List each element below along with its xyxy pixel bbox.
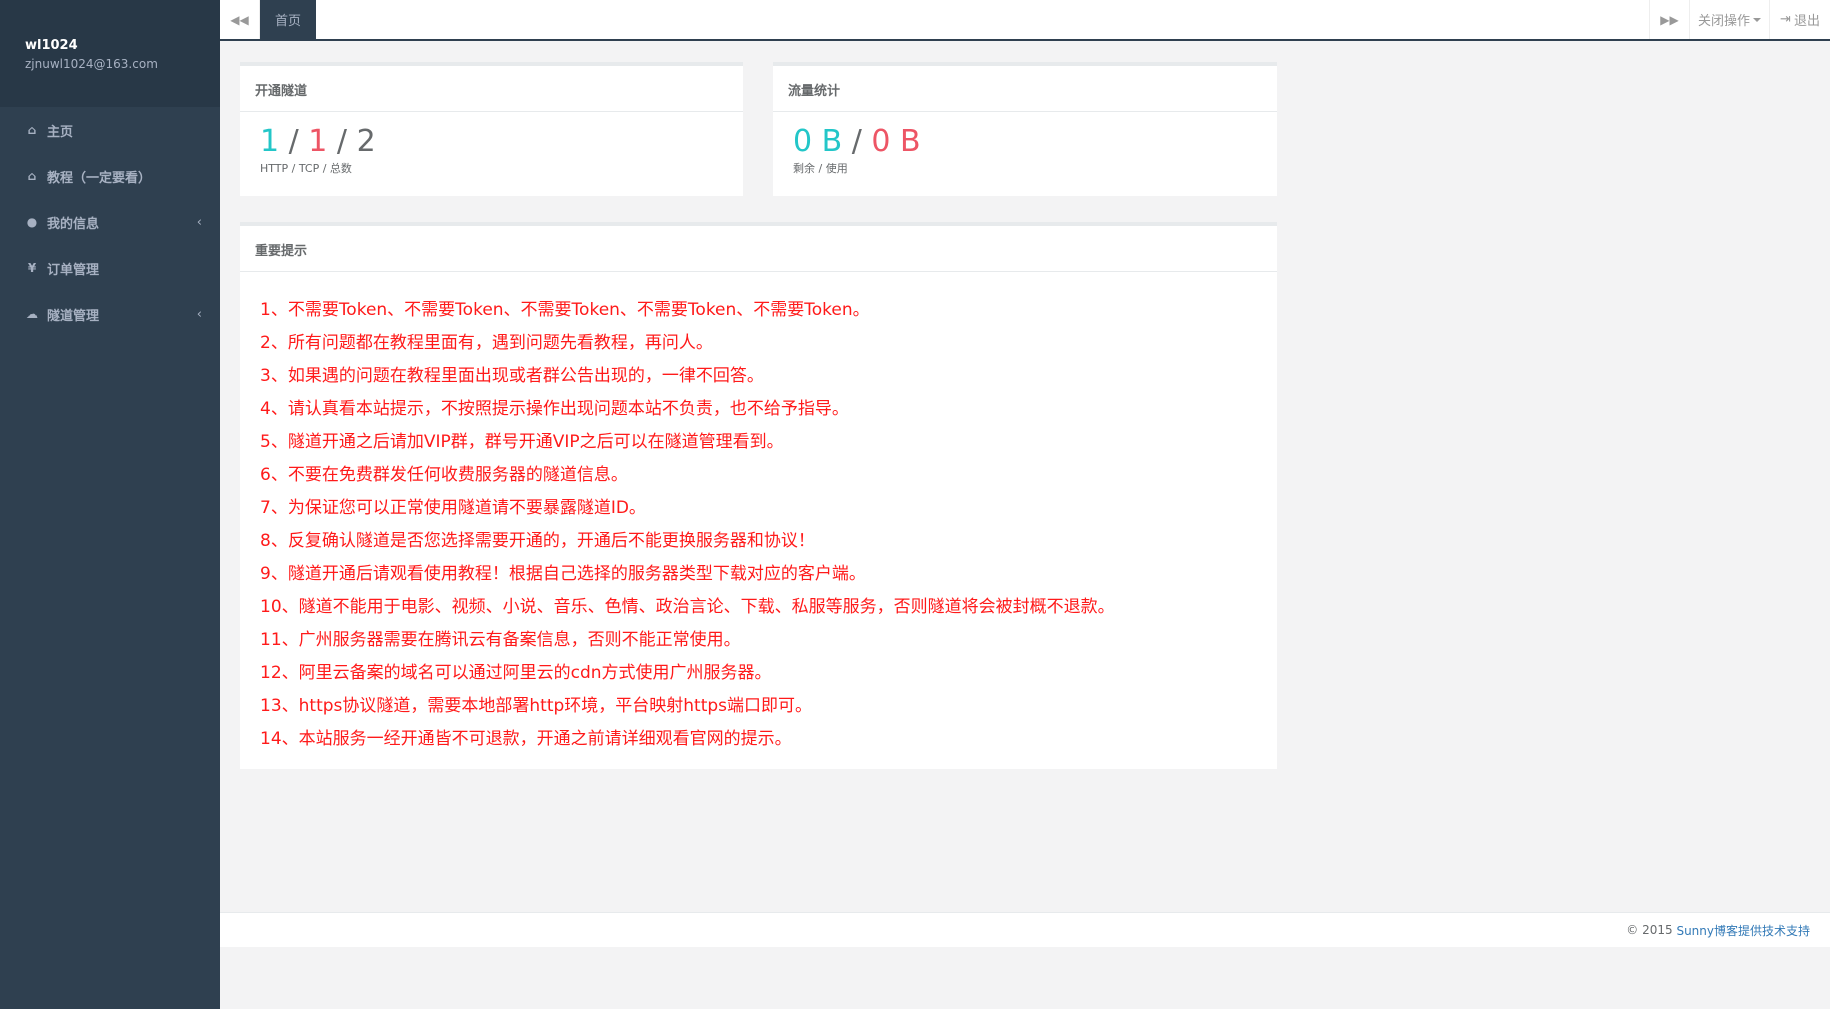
notice-panel-title: 重要提示	[240, 226, 1277, 272]
traffic-remaining: 0 B	[793, 124, 843, 159]
caret-down-icon	[1753, 17, 1761, 22]
notice-item: 9、隧道开通后请观看使用教程！根据自己选择的服务器类型下载对应的客户端。	[260, 564, 866, 584]
notice-item: 11、广州服务器需要在腾讯云有备案信息，否则不能正常使用。	[260, 630, 741, 650]
sidebar-item-label: 隧道管理	[47, 308, 100, 324]
traffic-used: 0 B	[871, 124, 921, 159]
footer-link[interactable]: Sunny博客提供技术支持	[1676, 922, 1810, 939]
notice-item: 3、如果遇的问题在教程里面出现或者群公告出现的，一律不回答。	[260, 366, 764, 386]
sidebar-nav: ⌂ 主页 ⌂ 教程（一定要看） ● 我的信息 ‹ ¥ 订单管理 ☁ 隧道管理 ‹	[0, 107, 220, 337]
copyright-text: © 2015	[1626, 923, 1673, 937]
top-bar: ◀◀ 首页 ▶▶ 关闭操作 ⇥ 退出	[220, 0, 1830, 41]
footer: © 2015 Sunny博客提供技术支持	[220, 912, 1830, 947]
notice-item: 2、所有问题都在教程里面有，遇到问题先看教程，再问人。	[260, 333, 713, 353]
notice-panel: 重要提示 1、不需要Token、不需要Token、不需要Token、不需要Tok…	[240, 222, 1277, 769]
home-icon: ⌂	[27, 123, 37, 137]
sidebar: wl1024 zjnuwl1024@163.com ⌂ 主页 ⌂ 教程（一定要看） ● 我…	[0, 0, 220, 1009]
user-email: zjnuwl1024@163.com	[25, 57, 158, 71]
yen-icon: ¥	[27, 261, 37, 275]
sidebar-item-label: 我的信息	[47, 216, 100, 232]
sidebar-item-label: 主页	[47, 124, 74, 140]
logout-label: 退出	[1793, 14, 1820, 29]
close-operations-label: 关闭操作	[1697, 14, 1750, 29]
sidebar-item-1[interactable]: ⌂ 教程（一定要看）	[0, 153, 220, 199]
sidebar-item-label: 订单管理	[47, 262, 100, 278]
chevron-left-icon: ‹	[196, 214, 202, 230]
chevron-left-icon: ‹	[196, 306, 202, 322]
sidebar-item-0[interactable]: ⌂ 主页	[0, 107, 220, 153]
notice-list: 1、不需要Token、不需要Token、不需要Token、不需要Token、不需…	[240, 272, 1277, 756]
separator: /	[327, 124, 357, 159]
separator: /	[279, 124, 309, 159]
double-right-arrow-icon: ▶▶	[1660, 12, 1679, 27]
traffic-caption: 剩余 / 使用	[793, 162, 848, 175]
notice-item: 4、请认真看本站提示，不按照提示操作出现问题本站不负责，也不给予指导。	[260, 399, 849, 419]
username[interactable]: wl1024	[25, 38, 220, 53]
notice-item: 12、阿里云备案的域名可以通过阿里云的cdn方式使用广州服务器。	[260, 663, 772, 683]
sidebar-item-label: 教程（一定要看）	[47, 170, 152, 186]
separator: /	[842, 124, 872, 159]
home-icon: ⌂	[27, 169, 37, 183]
notice-item: 7、为保证您可以正常使用隧道请不要暴露隧道ID。	[260, 498, 646, 518]
sidebar-item-4[interactable]: ☁ 隧道管理 ‹	[0, 291, 220, 337]
notice-item: 14、本站服务一经开通皆不可退款，开通之前请详细观看官网的提示。	[260, 729, 792, 749]
sidebar-item-3[interactable]: ¥ 订单管理	[0, 245, 220, 291]
tab-home[interactable]: 首页	[260, 0, 316, 39]
tunnel-panel-title: 开通隧道	[240, 66, 743, 112]
tunnel-caption: HTTP / TCP / 总数	[260, 162, 352, 175]
cloud-icon: ☁	[26, 307, 38, 321]
traffic-panel: 流量统计 0 B / 0 B 剩余 / 使用	[773, 62, 1277, 196]
sign-out-icon: ⇥	[1780, 12, 1791, 27]
http-count: 1	[260, 124, 280, 159]
sidebar-item-2[interactable]: ● 我的信息 ‹	[0, 199, 220, 245]
tunnel-panel: 开通隧道 1 / 1 / 2 HTTP / TCP / 总数	[240, 62, 743, 196]
double-left-arrow-icon: ◀◀	[230, 12, 249, 27]
notice-item: 13、https协议隧道，需要本地部署http环境，平台映射https端口即可。	[260, 696, 813, 716]
tcp-count: 1	[308, 124, 328, 159]
notice-item: 10、隧道不能用于电影、视频、小说、音乐、色情、政治言论、下载、私服等服务，否则…	[260, 597, 1115, 617]
notice-item: 8、反复确认隧道是否您选择需要开通的，开通后不能更换服务器和协议！	[260, 531, 815, 551]
traffic-panel-title: 流量统计	[773, 66, 1277, 112]
scroll-tabs-right-button[interactable]: ▶▶	[1649, 0, 1689, 39]
scroll-tabs-left-button[interactable]: ◀◀	[220, 0, 260, 39]
logout-button[interactable]: ⇥ 退出	[1769, 0, 1830, 39]
close-operations-dropdown[interactable]: 关闭操作	[1689, 0, 1769, 39]
user-icon: ●	[26, 215, 38, 229]
notice-item: 5、隧道开通之后请加VIP群，群号开通VIP之后可以在隧道管理看到。	[260, 432, 784, 452]
profile-header: wl1024 zjnuwl1024@163.com	[0, 0, 220, 107]
notice-item: 1、不需要Token、不需要Token、不需要Token、不需要Token、不需…	[260, 300, 870, 320]
notice-item: 6、不要在免费群发任何收费服务器的隧道信息。	[260, 465, 628, 485]
total-count: 2	[356, 124, 376, 159]
